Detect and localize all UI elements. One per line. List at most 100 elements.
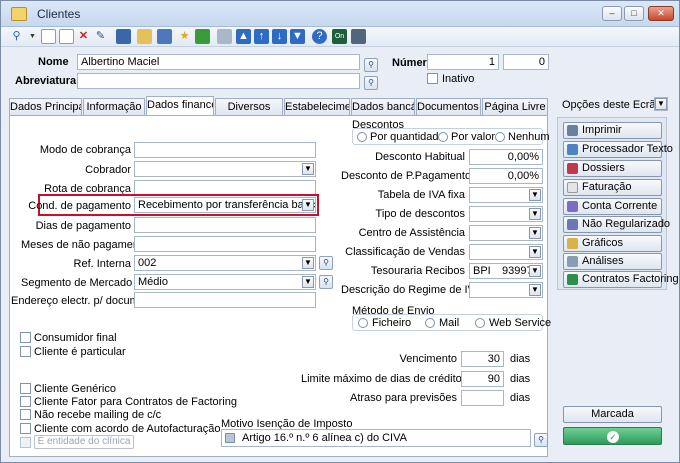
centro-assistencia-dropdown[interactable]: ▼ [469,225,543,241]
on-icon[interactable]: On [332,29,347,44]
modo-cobranca-field[interactable] [134,142,316,158]
chevron-down-icon[interactable]: ▼ [529,265,541,277]
tab-dados-principal[interactable]: Dados Principal [9,98,82,115]
abreviatura-lookup-button[interactable]: ⚲ [364,76,378,90]
copy-icon[interactable] [59,29,74,44]
motivo-isencao-field[interactable]: Artigo 16.º n.º 6 alínea c) do CIVA [221,429,531,447]
ref-interna-dropdown[interactable]: 002 ▼ [134,255,316,271]
chevron-down-icon[interactable]: ▼ [529,246,541,258]
chevron-down-icon[interactable]: ▼ [655,98,667,110]
confirm-button[interactable]: ✓ [563,427,662,445]
abreviatura-field[interactable] [77,73,360,89]
star-icon[interactable]: ★ [177,29,192,44]
tab-documentos[interactable]: Documentos de F [416,98,481,115]
web-service-radio[interactable] [475,318,485,328]
sidebar-item-dossiers[interactable]: Dossiers [563,160,662,177]
numero-field[interactable]: 1 [427,54,499,70]
entidade-clinica-button[interactable]: É entidade do clínica [34,435,134,449]
tabela-iva-dropdown[interactable]: ▼ [469,187,543,203]
maximize-button[interactable]: □ [624,6,644,21]
cliente-generico-checkbox[interactable] [20,383,31,394]
vencimento-field[interactable]: 30 [461,351,504,367]
zoom-icon[interactable] [217,29,232,44]
sidebar-item-contratos-factoring[interactable]: Contratos Factoring [563,271,679,288]
refresh-icon[interactable] [195,29,210,44]
cliente-factor-checkbox[interactable] [20,396,31,407]
chevron-down-icon[interactable]: ▼ [302,199,314,211]
minimize-button[interactable]: – [602,6,622,21]
nao-recebe-mailing-checkbox[interactable] [20,409,31,420]
sidebar-item-conta-corrente[interactable]: Conta Corrente [563,198,662,215]
meses-nao-pagamento-field[interactable] [134,236,316,252]
help-icon[interactable]: ? [312,29,327,44]
cobrador-dropdown[interactable]: ▼ [134,161,316,177]
cliente-particular-checkbox[interactable] [20,346,31,357]
next-record-icon[interactable]: ↓ [272,29,287,44]
chevron-down-icon[interactable]: ▼ [529,227,541,239]
search-icon[interactable]: ⚲ [9,29,24,44]
first-record-icon[interactable]: ▲ [236,29,251,44]
tab-estabelecimento[interactable]: Estabelecimento [284,98,350,115]
tab-pagina-livre[interactable]: Página Livre [482,98,548,115]
acordo-autofacturacao-checkbox[interactable] [20,423,31,434]
tab-informacao[interactable]: Informação [83,98,145,115]
nenhum-radio[interactable] [495,132,505,142]
nome-lookup-button[interactable]: ⚲ [364,58,378,72]
dropdown-arrow-icon[interactable]: ▼ [25,29,40,44]
numero-secondary-field[interactable]: 0 [503,54,549,70]
tesouraria-recibos-dropdown[interactable]: BPI 939978 ▼ [469,263,543,279]
chevron-down-icon[interactable]: ▼ [529,189,541,201]
tab-dados-bancarios[interactable]: Dados bancário [351,98,415,115]
dias-pagamento-field[interactable] [134,217,316,233]
delete-icon[interactable]: ✕ [76,29,91,44]
endereco-electr-field[interactable] [134,292,316,308]
last-record-icon[interactable]: ▼ [290,29,305,44]
motivo-isencao-lookup-button[interactable]: ⚲ [534,433,548,447]
cond-pagamento-dropdown[interactable]: Recebimento por transferência bancária ▼ [134,197,316,213]
sidebar-item-analises[interactable]: Análises [563,253,662,270]
segmento-mercado-lookup-button[interactable]: ⚲ [319,275,333,289]
tab-diversos[interactable]: Diversos [215,98,283,115]
mail-radio[interactable] [425,318,435,328]
sidebar-item-processador-texto[interactable]: Processador Texto [563,141,673,158]
tab-dados-financeiros[interactable]: Dados financeii [146,96,214,115]
table-icon[interactable] [116,29,131,44]
chevron-down-icon[interactable]: ▼ [302,276,314,288]
sidebar-item-imprimir[interactable]: Imprimir [563,122,662,139]
close-button[interactable]: ✕ [648,6,674,21]
book-icon[interactable] [157,29,172,44]
por-quantidade-radio[interactable] [357,132,367,142]
consumidor-final-checkbox[interactable] [20,332,31,343]
account-icon [567,201,578,212]
sidebar-item-graficos[interactable]: Gráficos [563,235,662,252]
chevron-down-icon[interactable]: ▼ [302,163,314,175]
entidade-clinica-checkbox[interactable] [20,437,31,448]
chevron-down-icon[interactable]: ▼ [529,208,541,220]
inativo-checkbox[interactable] [427,73,438,84]
desconto-pagamento-field[interactable]: 0,00% [469,168,543,184]
tipo-descontos-label: Tipo de descontos [375,208,465,220]
ficheiro-radio[interactable] [358,318,368,328]
sidebar-item-faturacao[interactable]: Faturação [563,179,662,196]
nome-field[interactable]: Albertino Maciel [77,54,360,70]
chevron-down-icon[interactable]: ▼ [302,257,314,269]
chevron-down-icon[interactable]: ▼ [529,284,541,296]
sidebar-item-nao-regularizado[interactable]: Não Regularizado [563,216,670,233]
limite-credito-field[interactable]: 90 [461,371,504,387]
tipo-descontos-dropdown[interactable]: ▼ [469,206,543,222]
sidebar-options-dropdown[interactable]: ▼ [654,97,668,111]
atraso-previsoes-field[interactable] [461,390,504,406]
segmento-mercado-dropdown[interactable]: Médio ▼ [134,274,316,290]
classificacao-vendas-dropdown[interactable]: ▼ [469,244,543,260]
descricao-regime-iva-dropdown[interactable]: ▼ [469,282,543,298]
ref-interna-lookup-button[interactable]: ⚲ [319,256,333,270]
new-document-icon[interactable] [41,29,56,44]
edit-icon[interactable]: ✎ [93,29,108,44]
folder-icon[interactable] [137,29,152,44]
terminal-icon[interactable] [351,29,366,44]
desconto-habitual-field[interactable]: 0,00% [469,149,543,165]
marcada-button[interactable]: Marcada [563,406,662,423]
previous-record-icon[interactable]: ↑ [254,29,269,44]
por-valor-radio[interactable] [438,132,448,142]
sidebar-item-label: Contratos Factoring [582,273,679,285]
